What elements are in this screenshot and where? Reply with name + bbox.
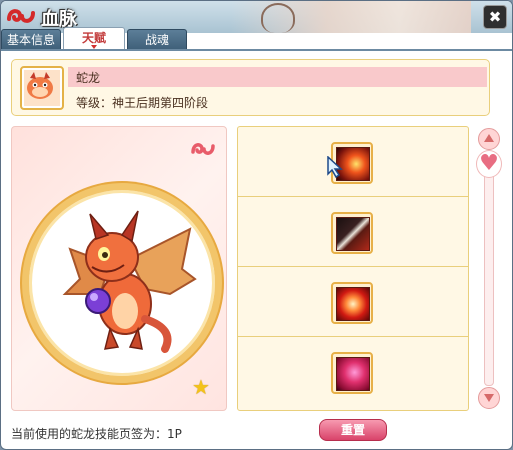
pet-avatar-icon [20,66,64,110]
tab-divider [1,49,512,51]
tab-basic-info[interactable]: 基本信息 [1,29,61,50]
crimson-aura-skill-icon[interactable] [331,352,373,394]
pet-name-band [68,67,487,87]
tab-label: 基本信息 [6,33,55,47]
skill-slot [238,337,468,406]
skill-list [237,126,469,411]
swirl-icon [191,143,215,155]
bloodline-window: 血脉 ✖ 基本信息 天赋 战魂 蛇龙 等级：神王后期第四阶段 ★ ♥ 当前使用的… [0,0,513,450]
pet-level: 等级：神王后期第四阶段 [76,96,209,110]
pet-name: 蛇龙 [76,71,101,85]
pet-portrait-panel: ★ [11,126,227,411]
tab-war-soul[interactable]: 战魂 [127,29,187,50]
skill-scrollbar[interactable]: ♥ [476,126,502,409]
skill-slot [238,267,468,337]
pet-info-header: 蛇龙 等级：神王后期第四阶段 [11,59,490,116]
skill-slot [238,127,468,197]
mouse-cursor-icon [327,156,343,178]
tab-label: 天赋 [81,31,106,45]
tab-label: 战魂 [144,33,169,47]
tab-bar: 基本信息 天赋 战魂 [1,27,512,50]
skill-page-status: 当前使用的蛇龙技能页签为：1P [11,427,182,441]
skill-slot [238,197,468,267]
tab-talent[interactable]: 天赋 [63,27,125,50]
reset-button[interactable]: 重置 [319,419,387,441]
swirl-logo-icon [7,9,35,23]
dark-slash-skill-icon[interactable] [331,212,373,254]
star-icon[interactable]: ★ [192,375,210,399]
dragon-portrait [62,210,197,353]
heart-scroll-thumb-icon[interactable]: ♥ [476,150,502,178]
flame-burst-skill-icon[interactable] [331,282,373,324]
scroll-up-arrow-icon[interactable] [478,128,500,150]
scroll-track[interactable] [484,152,494,386]
close-button[interactable]: ✖ [483,5,507,29]
scroll-down-arrow-icon[interactable] [478,387,500,409]
